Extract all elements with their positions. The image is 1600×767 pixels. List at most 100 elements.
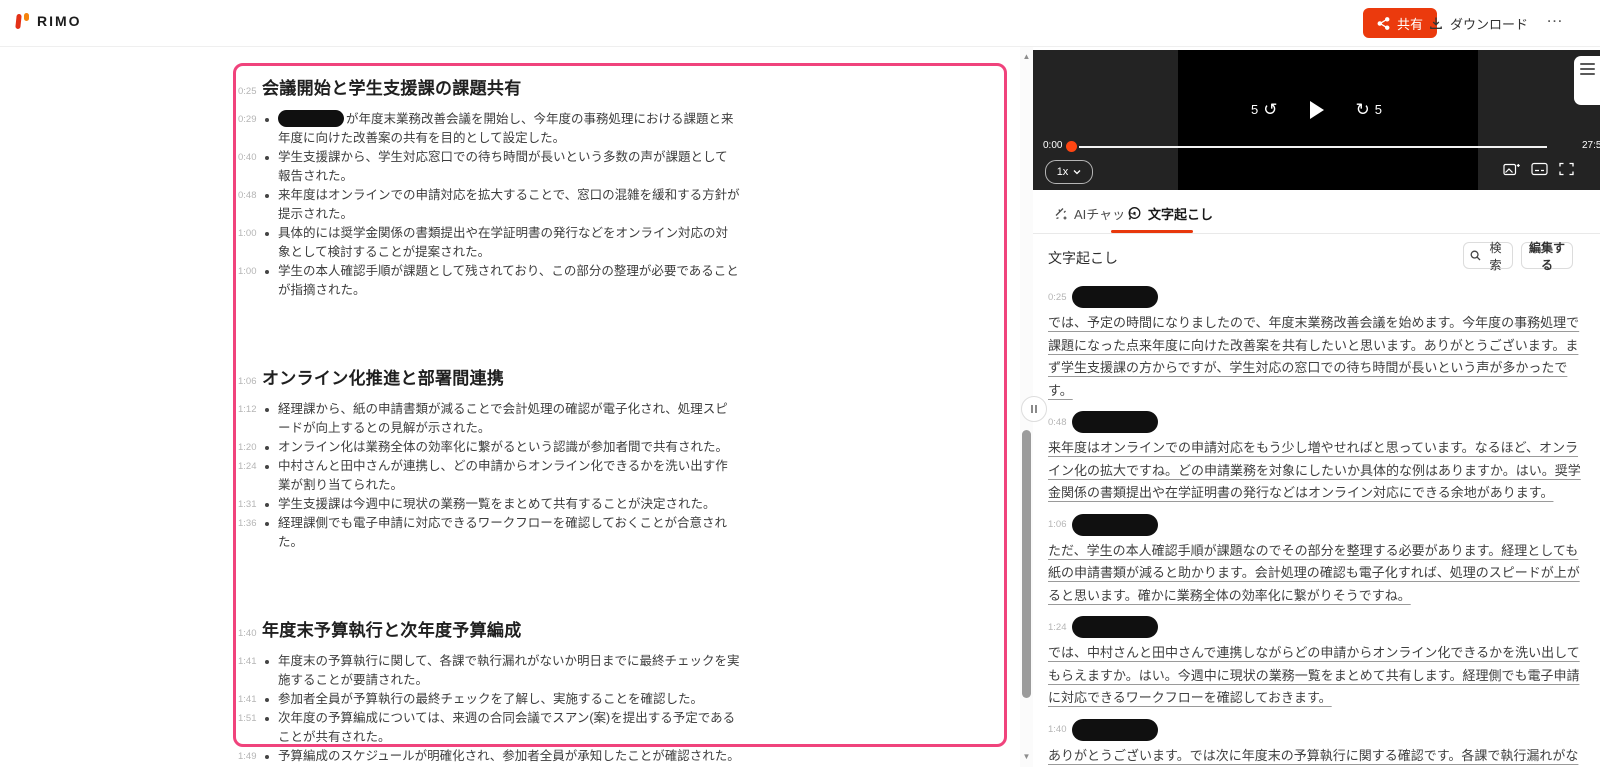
scrollbar-thumb[interactable] <box>1022 430 1031 698</box>
bullet-timestamp[interactable]: 0:40 <box>238 148 262 167</box>
section-timestamp[interactable]: 0:25 <box>238 78 262 101</box>
section-title: 年度末予算執行と次年度予算編成 <box>262 621 522 640</box>
summary-bullet: 1:51 次年度の予算編成については、来週の合同会議でスアン(案)を提出する予定で… <box>238 709 998 747</box>
transcript-text[interactable]: ただ、学生の本人確認手順が課題なのでその部分を整理する必要があります。経理として… <box>1048 540 1588 608</box>
bullet-dot-icon <box>265 408 269 412</box>
progress-track[interactable] <box>1079 145 1547 148</box>
bullet-timestamp[interactable]: 1:31 <box>238 495 262 514</box>
more-icon: … <box>1546 7 1564 26</box>
transcript-timestamp[interactable]: 1:06 <box>1048 519 1067 530</box>
summary-bullet: 1:24 中村さんと田中さんが連携し、どの申請からオンライン化できるかを洗い出す作… <box>238 457 998 495</box>
total-time: 27:5 <box>1582 140 1600 151</box>
summary-panel[interactable]: 0:25 会議開始と学生支援課の課題共有 0:29 が年度末業務改善会議を開始し、今年… <box>0 46 1018 767</box>
transcript-entry-header: 1:24 <box>1048 616 1593 638</box>
bullet-timestamp[interactable]: 1:00 <box>238 262 262 281</box>
summary-bullet: 1:41 年度末の予算執行に関して、各課で執行漏れがないか明日までに最終チェックを… <box>238 652 998 690</box>
top-bar: RIMO 共有 ダウンロード … <box>0 0 1600 47</box>
transcript-search-button[interactable]: 検索 <box>1463 241 1513 272</box>
summary-section: 0:25 会議開始と学生支援課の課題共有 0:29 が年度末業務改善会議を開始し、今年… <box>238 74 998 300</box>
transcript-entry: 1:40 ありがとうございます。では次に年度末の予算執行に関する確認です。各課で執… <box>1048 718 1593 767</box>
search-icon <box>1470 250 1481 261</box>
bullet-timestamp[interactable]: 1:41 <box>238 652 262 671</box>
bullet-text: 具体的には奨学金関係の書類提出や在学証明書の発行などをオンライン対応の対象として… <box>278 226 729 259</box>
forward-icon: ↻ <box>1355 100 1370 119</box>
section-heading-row: 0:25 会議開始と学生支援課の課題共有 <box>238 74 998 101</box>
bullet-timestamp[interactable]: 1:41 <box>238 690 262 709</box>
play-button[interactable] <box>1309 100 1324 119</box>
bullet-timestamp[interactable]: 0:29 <box>238 110 262 129</box>
summary-bullet: 1:00 学生の本人確認手順が課題として残されており、この部分の整理が必要であるこ… <box>238 262 998 300</box>
pause-autoscroll-button[interactable] <box>1021 396 1047 422</box>
minutes-panel-toggle[interactable] <box>1574 56 1600 105</box>
bullet-dot-icon <box>265 717 269 721</box>
active-tab-underline <box>1111 230 1193 233</box>
bullet-dot-icon <box>265 465 269 469</box>
bullet-timestamp[interactable]: 1:12 <box>238 400 262 419</box>
summary-bullet: 1:49 予算編成のスケジュールが明確化され、参加者全員が承知したことが確認された… <box>238 747 998 766</box>
summary-bullet: 1:12 経理課から、紙の申請書類が減ることで会計処理の確認が電子化され、処理スピ… <box>238 400 998 438</box>
transcript-entry-header: 1:40 <box>1048 718 1593 741</box>
rewind-5-button[interactable]: 5 ↺ <box>1245 100 1283 119</box>
bullet-text: オンライン化は業務全体の効率化に繋がるという認識が参加者間で共有された。 <box>278 440 729 454</box>
bullet-dot-icon <box>265 194 269 198</box>
pause-icon <box>1031 405 1037 413</box>
redacted-speaker-name <box>1071 616 1158 638</box>
transcript-timestamp[interactable]: 1:24 <box>1048 622 1067 633</box>
progress-handle[interactable] <box>1066 141 1077 152</box>
summary-bullet: 1:36 経理課側でも電子申請に対応できるワークフローを確認しておくことが合意され… <box>238 514 998 552</box>
transcript-text[interactable]: では、中村さんと田中さんで連携しながらどの申請からオンライン化できるかを洗い出し… <box>1048 642 1588 710</box>
scroll-up-icon[interactable]: ▲ <box>1020 52 1033 61</box>
bullet-timestamp[interactable]: 1:36 <box>238 514 262 533</box>
scroll-down-icon[interactable]: ▼ <box>1020 752 1033 761</box>
bullet-dot-icon <box>265 755 269 759</box>
redacted-speaker-name <box>278 110 344 127</box>
video-player[interactable]: 5 ↺ ↻ 5 0:00 27:5 1x <box>1033 50 1600 190</box>
bullet-text: 参加者全員が予算執行の最終チェックを了解し、実施することを確認した。 <box>278 692 704 706</box>
progress-row: 0:00 27:5 <box>1033 139 1600 155</box>
transcript-text[interactable]: ありがとうございます。では次に年度末の予算執行に関する確認です。各課で執行漏れが… <box>1048 745 1588 767</box>
bullet-dot-icon <box>265 156 269 160</box>
rimo-logo-icon <box>14 12 30 30</box>
download-icon <box>1429 16 1443 30</box>
section-heading-row: 1:40 年度末予算執行と次年度予算編成 <box>238 616 998 643</box>
rimo-logo: RIMO <box>14 12 82 30</box>
rewind-icon: ↺ <box>1263 100 1278 119</box>
bullet-timestamp[interactable]: 0:48 <box>238 186 262 205</box>
bullet-text: 年度末の予算執行に関して、各課で執行漏れがないか明日までに最終チェックを実施する… <box>278 654 740 687</box>
transcript-timestamp[interactable]: 0:48 <box>1048 417 1067 428</box>
download-button[interactable]: ダウンロード <box>1423 8 1534 38</box>
bullet-text: 学生支援課から、学生対応窓口での待ち時間が長いという多数の声が課題として報告され… <box>278 150 728 183</box>
bullet-text: 経理課側でも電子申請に対応できるワークフローを確認しておくことが合意された。 <box>278 516 728 549</box>
section-timestamp[interactable]: 1:06 <box>238 368 262 391</box>
summary-section: 1:06 オンライン化推進と部署間連携 1:12 経理課から、紙の申請書類が減ることで… <box>238 364 998 552</box>
summary-bullet: 1:00 具体的には奨学金関係の書類提出や在学証明書の発行などをオンライン対応の対… <box>238 224 998 262</box>
transcript-text[interactable]: 来年度はオンラインでの申請対応をもう少し増やせればと思っています。なるほど、オン… <box>1048 437 1588 505</box>
subtitle-button[interactable] <box>1531 162 1548 176</box>
bullet-dot-icon <box>265 446 269 450</box>
transcript-timestamp[interactable]: 0:25 <box>1048 292 1067 303</box>
fullscreen-button[interactable] <box>1559 162 1574 176</box>
bullet-timestamp[interactable]: 1:49 <box>238 747 262 766</box>
bullet-timestamp[interactable]: 1:00 <box>238 224 262 243</box>
frame-capture-button[interactable] <box>1503 162 1520 177</box>
forward-seconds-label: 5 <box>1374 102 1382 117</box>
forward-5-button[interactable]: ↻ 5 <box>1350 100 1388 119</box>
transcript-entry-header: 1:06 <box>1048 513 1593 536</box>
tab-transcription[interactable]: 文字起こし <box>1121 203 1219 224</box>
bullet-timestamp[interactable]: 1:24 <box>238 457 262 476</box>
bullet-timestamp[interactable]: 1:51 <box>238 709 262 728</box>
transcript-list: 0:25 では、予定の時間になりましたので、年度末業務改善会議を始めます。今年度の… <box>1048 286 1593 767</box>
more-menu-button[interactable]: … <box>1540 6 1570 28</box>
transcript-timestamp[interactable]: 1:40 <box>1048 724 1067 735</box>
summary-bullet: 1:31 学生支援課は今週中に現状の業務一覧をまとめて共有することが決定された。 <box>238 495 998 514</box>
bullet-text: が年度末業務改善会議を開始し、今年度の事務処理における課題と来年度に向けた改善案… <box>278 110 734 145</box>
transcript-entry-header: 0:48 <box>1048 411 1593 433</box>
section-timestamp[interactable]: 1:40 <box>238 620 262 643</box>
transcript-edit-button[interactable]: 編集する <box>1521 241 1573 272</box>
fullscreen-icon <box>1559 162 1574 176</box>
transcript-text[interactable]: では、予定の時間になりましたので、年度末業務改善会議を始めます。今年度の事務処理… <box>1048 312 1588 402</box>
rimo-logo-text: RIMO <box>37 13 82 29</box>
summary-section: 1:40 年度末予算執行と次年度予算編成 1:41 年度末の予算執行に関して、各課で執… <box>238 616 998 766</box>
bullet-timestamp[interactable]: 1:20 <box>238 438 262 457</box>
bullet-text: 中村さんと田中さんが連携し、どの申請からオンライン化できるかを洗い出す作業が割り… <box>278 459 728 492</box>
